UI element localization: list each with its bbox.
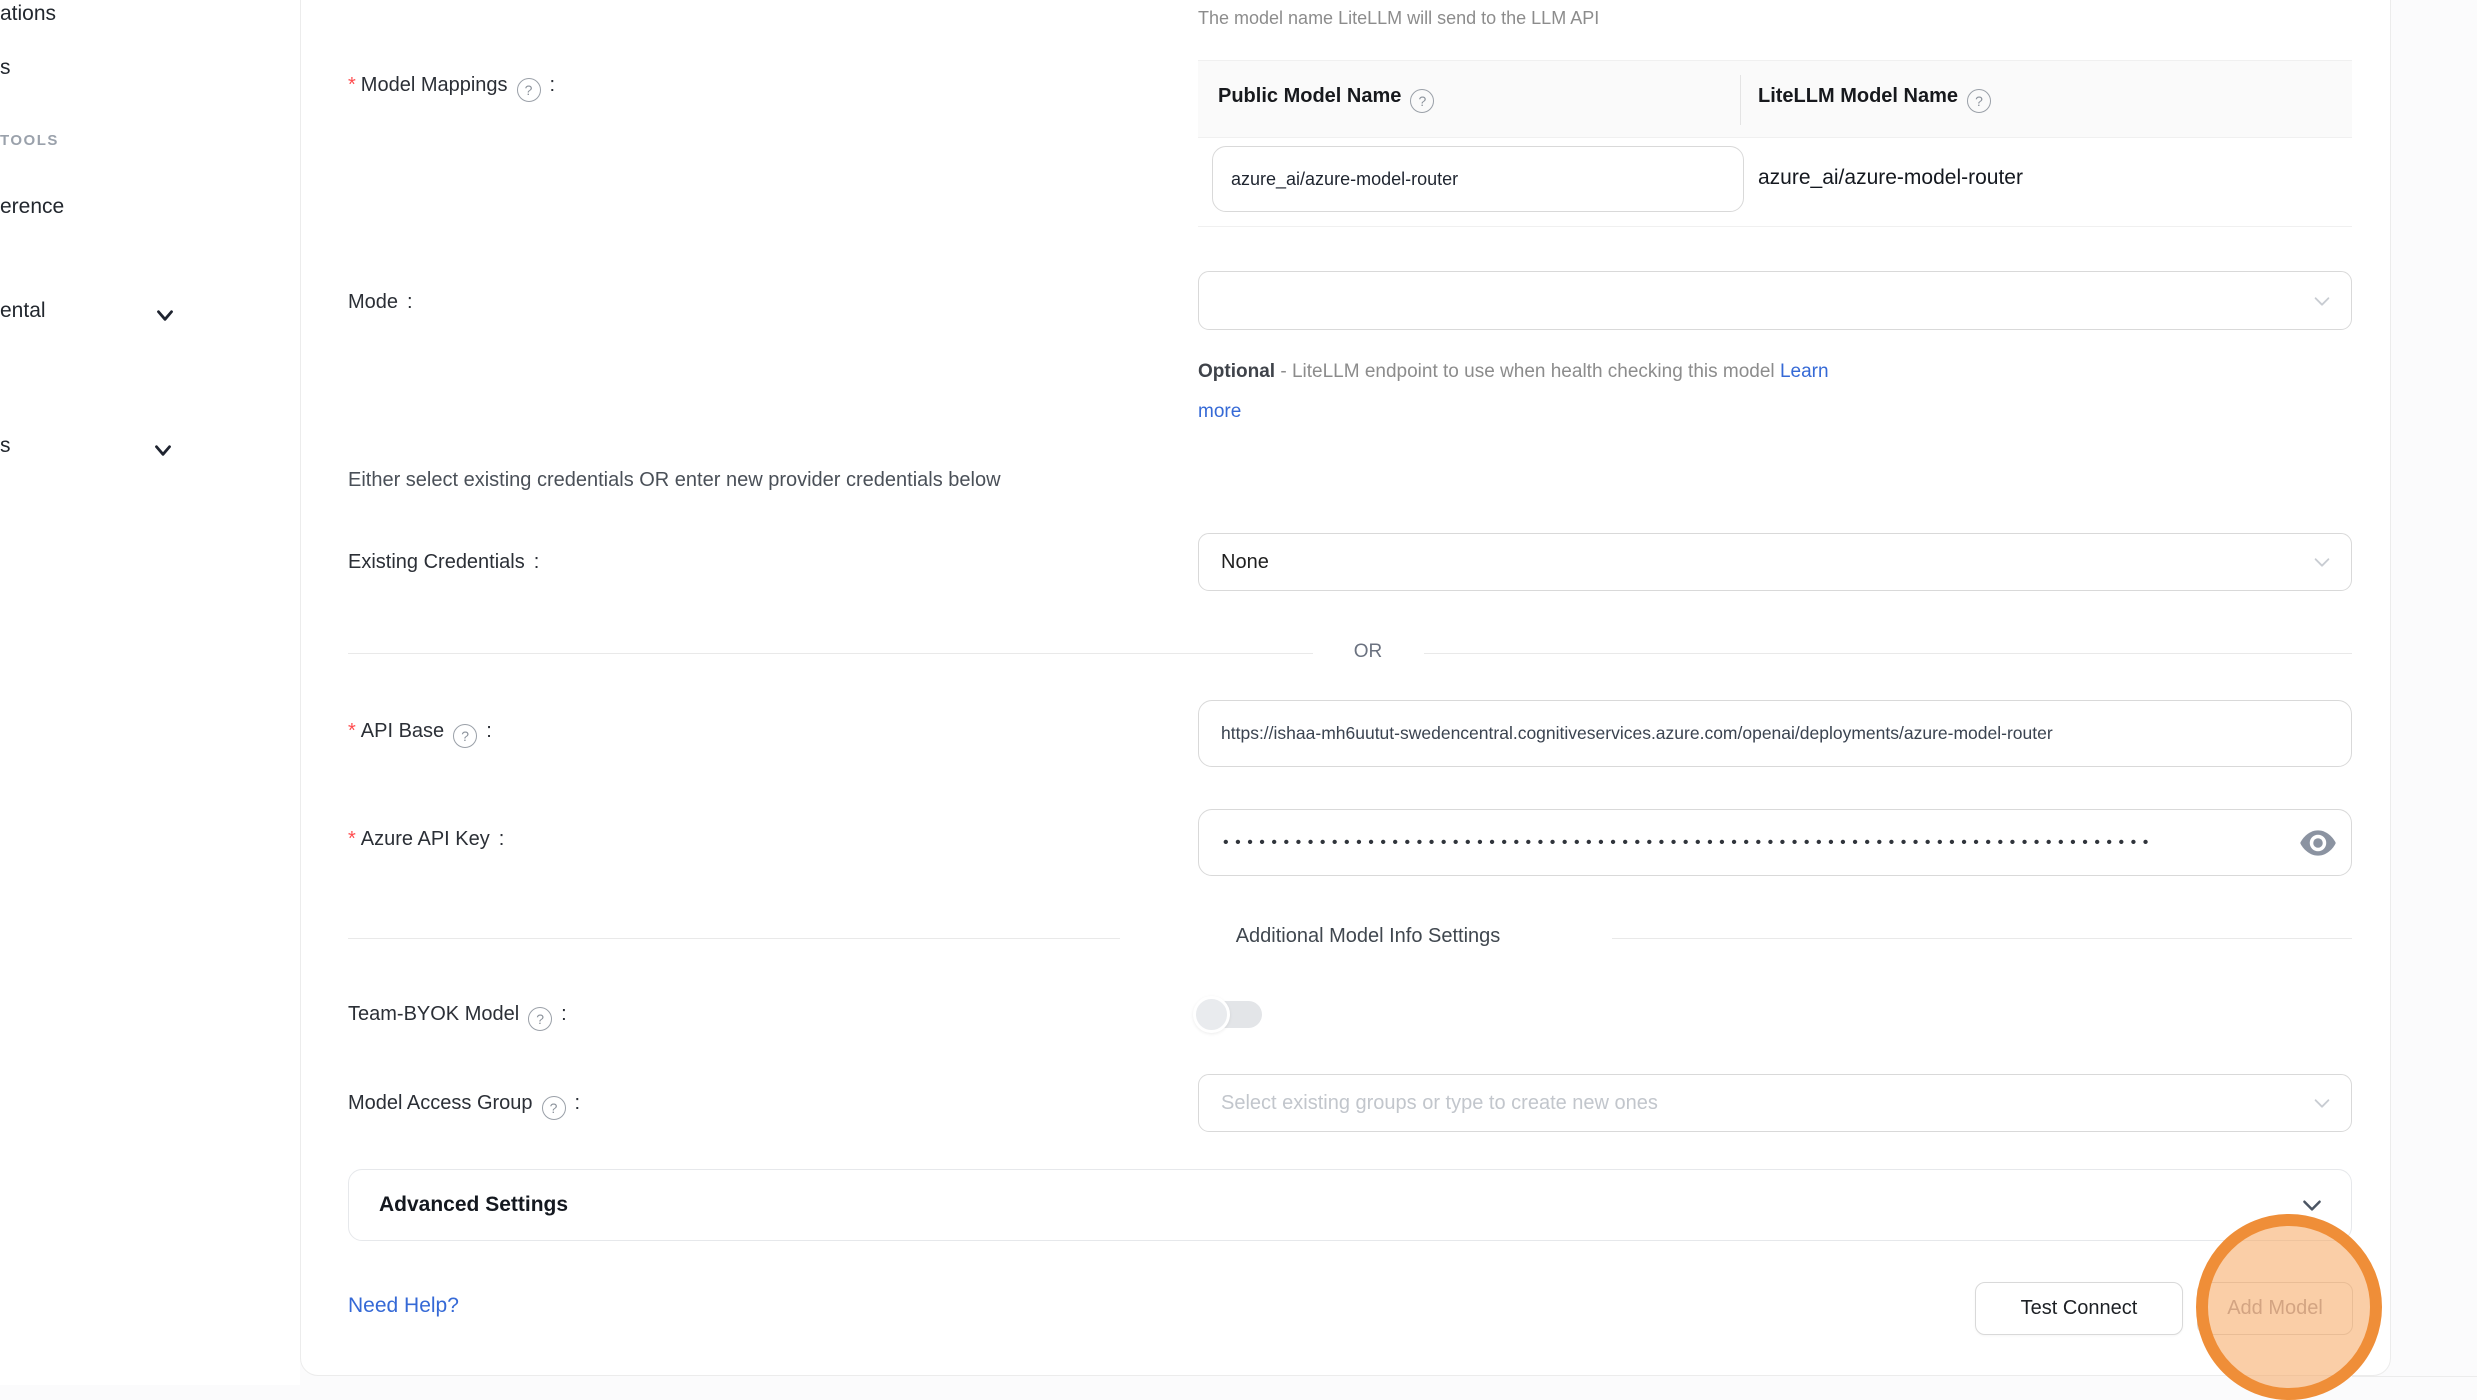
team-byok-label: Team-BYOK Model?:: [348, 1003, 567, 1031]
test-connect-button[interactable]: Test Connect: [1975, 1282, 2183, 1335]
litellm-model-name-value: azure_ai/azure-model-router: [1758, 166, 2023, 190]
public-model-name-input[interactable]: azure_ai/azure-model-router: [1212, 146, 1744, 212]
learn-more-link[interactable]: more: [1198, 401, 1241, 422]
sidebar-item-integrations[interactable]: ations: [0, 2, 56, 26]
help-icon[interactable]: ?: [542, 1096, 566, 1120]
need-help-link[interactable]: Need Help?: [348, 1294, 459, 1318]
required-star: *: [348, 74, 356, 96]
azure-api-key-input[interactable]: ••••••••••••••••••••••••••••••••••••••••…: [1198, 809, 2352, 876]
required-star: *: [348, 828, 356, 850]
help-icon[interactable]: ?: [453, 724, 477, 748]
credentials-note: Either select existing credentials OR en…: [348, 469, 1001, 492]
api-base-value: https://ishaa-mh6uutut-swedencentral.cog…: [1199, 723, 2351, 744]
divider: [348, 938, 1120, 939]
advanced-settings-expander[interactable]: Advanced Settings: [348, 1169, 2352, 1241]
advanced-settings-title: Advanced Settings: [379, 1193, 568, 1217]
existing-credentials-value: None: [1199, 551, 1269, 574]
azure-api-key-masked-value: ••••••••••••••••••••••••••••••••••••••••…: [1199, 834, 2259, 852]
page-background: [2392, 0, 2477, 1385]
additional-settings-divider-text: Additional Model Info Settings: [1208, 925, 1529, 948]
api-base-label: *API Base?:: [348, 720, 492, 748]
chevron-down-icon: [2299, 1192, 2325, 1218]
chevron-down-icon: [2311, 290, 2333, 312]
mode-select[interactable]: [1198, 271, 2352, 330]
public-model-name-value: azure_ai/azure-model-router: [1213, 169, 1458, 190]
public-model-name-header: Public Model Name?: [1218, 85, 1434, 113]
help-icon[interactable]: ?: [517, 78, 541, 102]
sidebar-item-settings[interactable]: s: [0, 434, 11, 458]
azure-api-key-label: *Azure API Key:: [348, 828, 504, 851]
add-model-page: ations s TOOLS erence ental s The model …: [0, 0, 2477, 1385]
mapping-table-header: Public Model Name? LiteLLM Model Name?: [1198, 60, 2352, 138]
toggle-password-visibility-icon[interactable]: [2299, 828, 2337, 858]
chevron-down-icon: [150, 437, 176, 463]
api-base-input[interactable]: https://ishaa-mh6uutut-swedencentral.cog…: [1198, 700, 2352, 767]
model-name-helper-text: The model name LiteLLM will send to the …: [1198, 8, 1599, 29]
help-icon[interactable]: ?: [1410, 89, 1434, 113]
add-model-button[interactable]: Add Model: [2197, 1282, 2353, 1335]
learn-more-link[interactable]: Learn: [1780, 361, 1829, 382]
sidebar-section-tools: TOOLS: [0, 132, 59, 149]
chevron-down-icon: [2311, 551, 2333, 573]
toggle-handle: [1193, 996, 1230, 1033]
chevron-down-icon: [152, 302, 178, 328]
modal-bottom-border: [2352, 1376, 2477, 1377]
model-mappings-label: *Model Mappings?:: [348, 74, 555, 102]
mode-helper-text: Optional - LiteLLM endpoint to use when …: [1198, 352, 1829, 432]
required-star: *: [348, 720, 356, 742]
divider: [1424, 653, 2352, 654]
divider: [348, 653, 1313, 654]
chevron-down-icon: [2311, 1092, 2333, 1114]
table-bottom-border: [1198, 226, 2352, 227]
help-icon[interactable]: ?: [1967, 89, 1991, 113]
mode-label: Mode:: [348, 291, 413, 314]
litellm-model-name-header: LiteLLM Model Name?: [1758, 85, 1991, 113]
model-access-group-select[interactable]: Select existing groups or type to create…: [1198, 1074, 2352, 1132]
help-icon[interactable]: ?: [528, 1007, 552, 1031]
existing-credentials-label: Existing Credentials:: [348, 551, 539, 574]
sidebar-item-experimental[interactable]: ental: [0, 299, 46, 323]
or-divider-text: OR: [1326, 641, 1411, 663]
sidebar-item-inference[interactable]: erence: [0, 195, 64, 219]
model-access-group-placeholder: Select existing groups or type to create…: [1199, 1092, 1658, 1115]
model-access-group-label: Model Access Group?:: [348, 1092, 580, 1120]
sidebar-item-models[interactable]: s: [0, 56, 11, 80]
column-divider: [1740, 75, 1741, 125]
existing-credentials-select[interactable]: None: [1198, 533, 2352, 591]
divider: [1612, 938, 2352, 939]
